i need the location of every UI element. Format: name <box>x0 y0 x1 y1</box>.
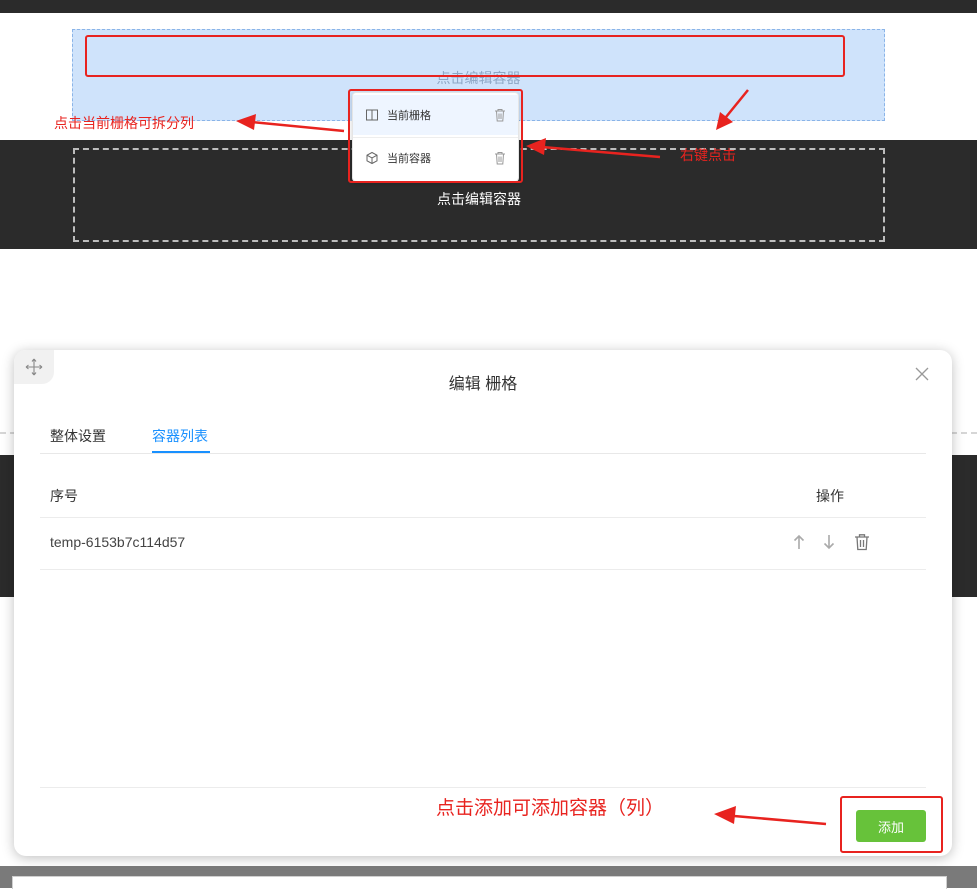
dialog-title: 编辑 栅格 <box>448 376 518 393</box>
annotation-arrows-top <box>236 89 749 159</box>
arrow-from-right-click <box>725 89 749 118</box>
column-header-seq: 序号 <box>50 488 78 504</box>
footer-divider <box>40 787 926 788</box>
trash-icon[interactable] <box>854 533 870 551</box>
table-header-divider <box>40 517 926 518</box>
arrow-to-menu <box>541 145 661 159</box>
arrow-to-add-label <box>733 814 827 826</box>
background-dark-right <box>952 455 977 597</box>
arrowhead <box>236 114 256 130</box>
column-header-actions: 操作 <box>816 488 844 504</box>
close-icon[interactable] <box>914 366 930 382</box>
background-dark-left <box>0 455 14 597</box>
annotation-arrow-add <box>714 806 827 826</box>
arrowhead <box>716 112 733 130</box>
arrow-up-icon[interactable] <box>792 534 806 550</box>
arrow-down-icon[interactable] <box>822 534 836 550</box>
table-row-id: temp-6153b7c114d57 <box>50 534 186 550</box>
tab-container-list[interactable]: 容器列表 <box>152 426 208 446</box>
tab-overall-settings[interactable]: 整体设置 <box>50 426 106 446</box>
arrowhead <box>526 138 546 155</box>
background-bottom-panel <box>12 876 947 889</box>
tabs-divider <box>40 453 926 454</box>
table-row-divider <box>40 569 926 570</box>
annotation-highlight-add <box>840 796 943 853</box>
edit-grid-dialog: 编辑 栅格 整体设置 容器列表 序号 操作 temp-6153b7c114d57… <box>14 350 952 856</box>
arrowhead <box>714 806 736 824</box>
annotation-add-container: 点击添加可添加容器（列） <box>436 798 665 819</box>
arrow-to-left-label <box>251 120 345 133</box>
